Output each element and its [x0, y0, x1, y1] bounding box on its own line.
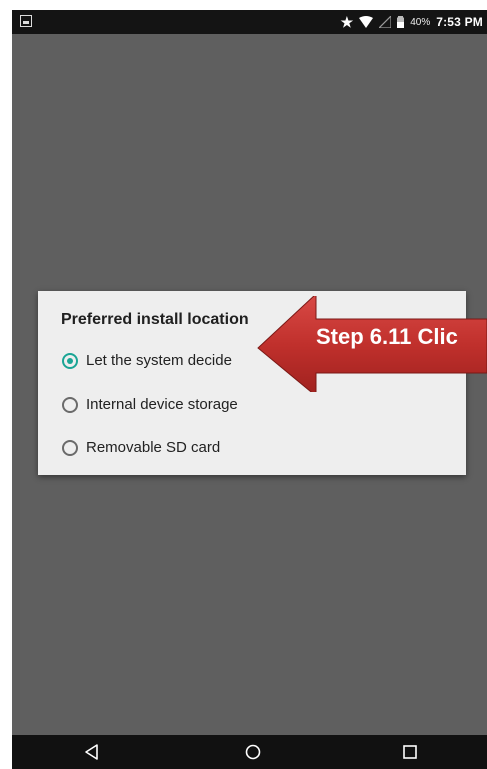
- radio-button[interactable]: [62, 439, 78, 456]
- recents-icon[interactable]: [400, 742, 420, 762]
- dialog-title: Preferred install location: [61, 311, 249, 328]
- home-icon[interactable]: [243, 742, 263, 762]
- battery-icon: [397, 16, 405, 28]
- signal-icon: [379, 16, 392, 28]
- battery-percent: 40%: [410, 16, 431, 28]
- status-bar: ★ 40% 7:53 PM: [12, 10, 487, 34]
- clock: 7:53 PM: [436, 15, 483, 29]
- option-label: Removable SD card: [86, 439, 221, 456]
- star-icon: ★: [340, 14, 354, 30]
- image-notification-icon: [20, 15, 32, 27]
- radio-button-checked[interactable]: [62, 352, 78, 369]
- radio-button[interactable]: [62, 396, 78, 413]
- option-sd-card[interactable]: Removable SD card: [62, 439, 220, 456]
- callout-text: Step 6.11 Clic: [316, 324, 458, 349]
- back-icon[interactable]: [82, 742, 102, 762]
- option-label: Internal device storage: [86, 396, 238, 413]
- navigation-bar: [12, 735, 487, 769]
- wifi-icon: [359, 16, 374, 28]
- option-let-system-decide[interactable]: Let the system decide: [62, 352, 232, 369]
- status-icons: ★ 40% 7:53 PM: [341, 10, 483, 34]
- option-internal-storage[interactable]: Internal device storage: [62, 396, 238, 413]
- callout-arrow: Step 6.11 Clic: [244, 292, 487, 398]
- option-label: Let the system decide: [86, 352, 232, 369]
